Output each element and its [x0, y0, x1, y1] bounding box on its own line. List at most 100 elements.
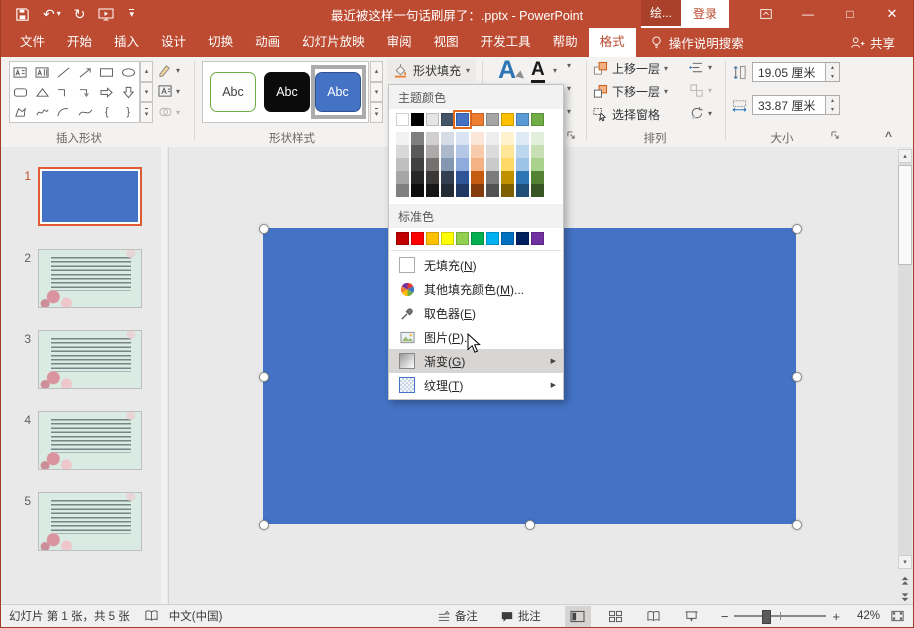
shape-freeform-icon[interactable] — [10, 102, 32, 122]
shape-triangle-icon[interactable] — [32, 82, 54, 102]
tell-me-search[interactable]: 操作说明搜索 — [650, 28, 744, 57]
color-swatch[interactable] — [396, 158, 409, 171]
color-swatch[interactable] — [441, 158, 454, 171]
shape-style-2[interactable]: Abc — [264, 72, 310, 112]
zoom-slider-thumb[interactable] — [762, 610, 771, 624]
color-swatch[interactable] — [456, 158, 469, 171]
shape-elbow-arrow-connector-icon[interactable] — [75, 82, 97, 102]
shape-textbox-vertical-icon[interactable] — [32, 62, 54, 82]
color-swatch[interactable] — [516, 171, 529, 184]
text-fill-button[interactable]: A — [531, 60, 545, 83]
color-swatch[interactable] — [501, 232, 514, 245]
rotate-button[interactable]: ▾ — [689, 106, 712, 121]
close-button[interactable]: ✕ — [871, 0, 913, 28]
color-swatch[interactable] — [486, 132, 499, 145]
color-swatch[interactable] — [531, 232, 544, 245]
color-swatch[interactable] — [486, 184, 499, 197]
shape-arrow-icon[interactable] — [75, 62, 97, 82]
shape-right-brace-icon[interactable]: } — [118, 102, 140, 122]
width-spinner[interactable]: ▴▾ — [826, 95, 840, 115]
shape-style-1[interactable]: Abc — [210, 72, 256, 112]
sign-in-button[interactable]: 登录 — [681, 0, 729, 28]
color-swatch[interactable] — [411, 132, 424, 145]
color-swatch[interactable] — [441, 132, 454, 145]
size-dialog-launcher[interactable] — [831, 131, 840, 142]
ribbon-display-options-button[interactable] — [745, 0, 787, 28]
color-swatch[interactable] — [531, 184, 544, 197]
resize-handle-middle-left[interactable] — [259, 372, 269, 382]
color-swatch[interactable] — [471, 184, 484, 197]
color-swatch[interactable] — [441, 232, 454, 245]
shape-height-input[interactable]: 19.05 厘米 — [752, 62, 826, 82]
resize-handle-top-right[interactable] — [792, 224, 802, 234]
color-swatch[interactable] — [531, 171, 544, 184]
color-swatch[interactable] — [501, 145, 514, 158]
color-swatch[interactable] — [426, 158, 439, 171]
shape-line-icon[interactable] — [53, 62, 75, 82]
tab-review[interactable]: 审阅 — [376, 28, 423, 57]
shape-style-3-selected[interactable]: Abc — [315, 72, 361, 112]
text-box-button[interactable]: ▾ — [158, 82, 180, 100]
menu-item-eyedropper[interactable]: 取色器(E) — [389, 301, 563, 325]
zoom-out-button[interactable]: − — [721, 609, 729, 624]
undo-dropdown-arrow[interactable]: ▾ — [57, 10, 61, 18]
wordart-more-button[interactable]: ▾ — [567, 107, 571, 116]
comments-button[interactable]: 批注 — [500, 608, 541, 624]
resize-handle-top-left[interactable] — [259, 224, 269, 234]
align-button[interactable]: ▾ — [689, 60, 712, 75]
shape-block-arrow-down-icon[interactable] — [118, 82, 140, 102]
text-effects-button[interactable]: A — [498, 56, 516, 85]
color-swatch[interactable] — [531, 113, 544, 126]
color-swatch[interactable] — [516, 132, 529, 145]
previous-slide-button[interactable] — [898, 573, 912, 587]
slide-thumbnail-4[interactable] — [38, 411, 142, 470]
color-swatch[interactable] — [456, 132, 469, 145]
color-swatch[interactable] — [426, 145, 439, 158]
save-button[interactable] — [15, 7, 30, 22]
reading-view-button[interactable] — [641, 606, 667, 627]
color-swatch[interactable] — [456, 145, 469, 158]
text-fill-dropdown-arrow[interactable]: ▾ — [553, 66, 557, 75]
color-swatch[interactable] — [501, 132, 514, 145]
gallery-more-button[interactable]: ▾ — [140, 102, 153, 123]
minimize-button[interactable]: — — [787, 0, 829, 28]
tab-file[interactable]: 文件 — [9, 28, 56, 57]
fit-to-window-button[interactable] — [890, 609, 905, 623]
color-swatch[interactable] — [486, 113, 499, 126]
slide-thumbnail-1[interactable] — [38, 167, 142, 226]
color-swatch[interactable] — [486, 232, 499, 245]
notes-button[interactable]: 备注 — [437, 608, 478, 624]
color-swatch[interactable] — [531, 158, 544, 171]
tab-help[interactable]: 帮助 — [542, 28, 589, 57]
color-swatch[interactable] — [486, 158, 499, 171]
color-swatch[interactable] — [471, 113, 484, 126]
resize-handle-bottom-right[interactable] — [792, 520, 802, 530]
customize-qat-button[interactable]: ▾ — [127, 9, 134, 19]
start-slideshow-button[interactable] — [98, 7, 114, 21]
slideshow-view-button[interactable] — [679, 606, 705, 627]
edit-shape-button[interactable]: ▾ — [158, 61, 180, 79]
zoom-level[interactable]: 42% — [850, 610, 880, 622]
scroll-up-button[interactable]: ▴ — [898, 149, 912, 163]
slide-indicator[interactable]: 幻灯片 第 1 张，共 5 张 — [9, 608, 130, 624]
color-swatch[interactable] — [411, 184, 424, 197]
send-backward-button[interactable]: 下移一层 ▾ — [593, 83, 668, 100]
color-swatch[interactable] — [501, 113, 514, 126]
shape-block-arrow-right-icon[interactable] — [96, 82, 118, 102]
shape-curve-icon[interactable] — [75, 102, 97, 122]
wordart-scroll-up[interactable]: ▾ — [567, 61, 571, 70]
color-swatch[interactable] — [411, 145, 424, 158]
styles-more-button[interactable]: ▾ — [370, 102, 383, 123]
color-swatch[interactable] — [426, 171, 439, 184]
scrollbar-thumb[interactable] — [898, 165, 912, 265]
color-swatch[interactable] — [471, 145, 484, 158]
wordart-dialog-launcher[interactable] — [567, 131, 576, 142]
shape-arc-icon[interactable] — [53, 102, 75, 122]
tab-insert[interactable]: 插入 — [103, 28, 150, 57]
color-swatch[interactable] — [426, 132, 439, 145]
tab-design[interactable]: 设计 — [150, 28, 197, 57]
color-swatch[interactable] — [426, 113, 439, 126]
spell-check-button[interactable] — [144, 609, 159, 623]
shape-rounded-rectangle-icon[interactable] — [10, 82, 32, 102]
wordart-scroll-down[interactable]: ▾ — [567, 84, 571, 93]
